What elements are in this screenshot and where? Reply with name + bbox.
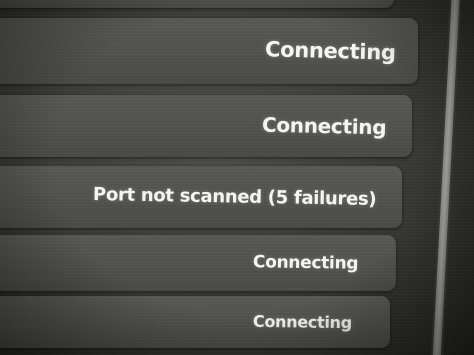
row-status-text: Connecting <box>261 112 387 140</box>
row-status-text: Port not scanned (5 failures) <box>92 184 377 210</box>
list-item[interactable]: Connecting <box>0 235 396 291</box>
list-item[interactable]: Connecting <box>0 95 412 157</box>
list-item[interactable]: Port not scanned (5 failures) <box>0 166 402 228</box>
row-status-text: Connecting <box>252 252 359 274</box>
row-status-text: Connecting <box>265 37 397 65</box>
list-item[interactable] <box>0 0 394 8</box>
vertical-scrollbar[interactable] <box>430 0 462 355</box>
status-list-panel: Connecting Connecting Port not scanned (… <box>0 0 474 355</box>
row-status-text: Connecting <box>253 311 353 333</box>
list-item[interactable]: Connecting <box>0 296 390 348</box>
list-item[interactable]: Connecting <box>0 18 418 84</box>
scrollbar-thumb[interactable] <box>432 0 460 355</box>
